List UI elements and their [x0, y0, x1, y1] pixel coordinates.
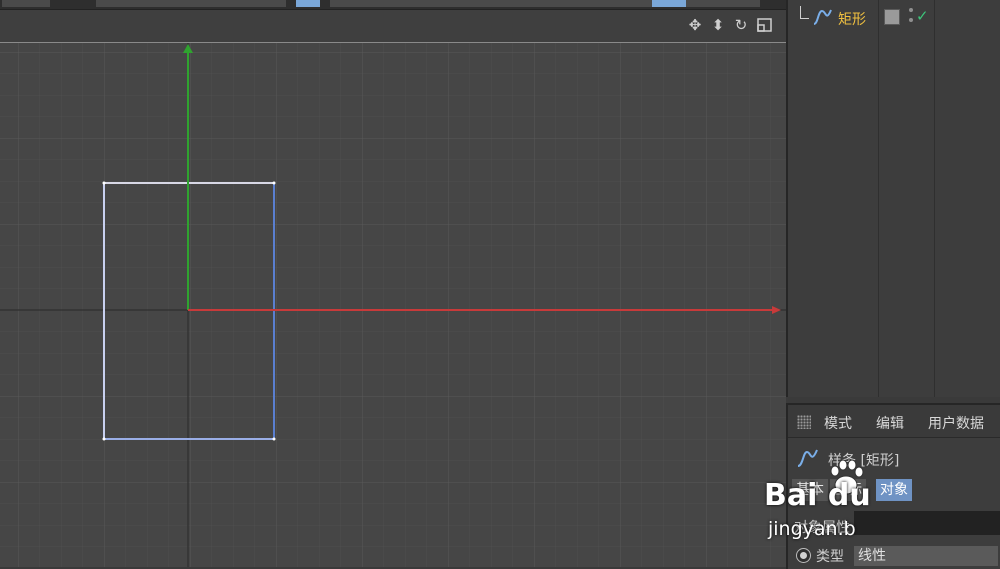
watermark-logo: Bai du [764, 478, 871, 513]
move-icon[interactable]: ✥ [686, 16, 704, 34]
menu-user-data[interactable]: 用户数据 [928, 413, 984, 433]
menu-edit[interactable]: 编辑 [876, 413, 904, 433]
menu-mode[interactable]: 模式 [824, 413, 852, 433]
column-divider [878, 0, 879, 397]
object-row-rectangle[interactable]: 矩形 ✓ [788, 4, 1000, 32]
viewport-canvas[interactable] [0, 43, 786, 567]
grip-icon[interactable] [797, 415, 811, 429]
toolbar-button-active[interactable] [652, 0, 686, 7]
spline-icon [813, 9, 832, 25]
watermark-url: jingyan.b [768, 518, 856, 540]
object-manager: 矩形 ✓ [786, 0, 1000, 397]
grid-major [0, 43, 786, 567]
object-name[interactable]: 矩形 [838, 9, 866, 29]
tree-connector [800, 6, 809, 19]
tag-icon[interactable] [884, 9, 900, 25]
toolbar-button[interactable] [700, 0, 760, 7]
visibility-dots-icon[interactable] [906, 7, 916, 25]
viewport[interactable]: ✥ ⬍ ↻ [0, 10, 786, 567]
viewport-header: ✥ ⬍ ↻ [0, 10, 786, 43]
rotate-icon[interactable]: ↻ [732, 16, 750, 34]
toolbar-button-group[interactable] [96, 0, 286, 7]
toolbar-button[interactable] [2, 0, 50, 7]
checkmark-icon[interactable]: ✓ [916, 7, 929, 25]
attribute-menubar: 模式 编辑 用户数据 [788, 405, 1000, 438]
column-divider [934, 0, 935, 397]
baidu-watermark: Bai du jingyan.b [764, 456, 924, 564]
zoom-icon[interactable]: ⬍ [709, 16, 727, 34]
maximize-icon[interactable] [756, 16, 774, 34]
toolbar-button-active[interactable] [296, 0, 320, 7]
